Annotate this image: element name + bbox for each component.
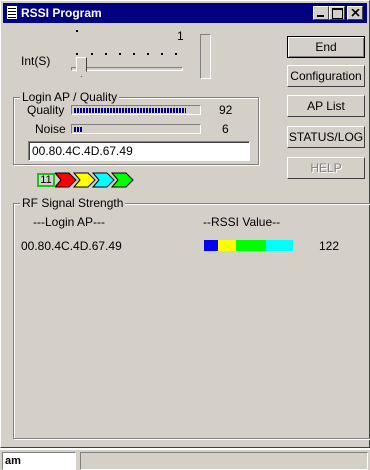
slider-ticks [71, 53, 181, 56]
ap-list-button[interactable]: AP List [287, 95, 365, 117]
status-panel-empty [80, 452, 368, 470]
quality-meter-fill [74, 108, 186, 113]
channel-number-box: 11 [37, 173, 55, 187]
status-panel-text: am [2, 452, 76, 470]
slider-min-tick [76, 30, 78, 32]
interval-slider-track[interactable] [71, 67, 183, 71]
login-ap-mac-field[interactable]: 00.80.4C.4D.67.49 [28, 141, 250, 161]
rf-signal-group-label: RF Signal Strength [20, 196, 126, 210]
channel-arrows-icon [55, 172, 134, 188]
quality-label: Quality [27, 103, 65, 117]
column-rssi-value: --RSSI Value-- [203, 215, 281, 229]
rssi-color-bar [204, 240, 293, 251]
noise-label: Noise [35, 122, 66, 136]
login-ap-group-label: Login AP / Quality [20, 90, 120, 104]
close-button[interactable] [347, 6, 363, 20]
slider-max-label: 1 [177, 29, 184, 43]
status-bar: am [0, 450, 370, 470]
column-login-ap: ---Login AP--- [33, 215, 106, 229]
close-icon [351, 9, 360, 17]
title-bar[interactable]: RSSI Program [3, 3, 367, 23]
noise-meter [71, 124, 201, 134]
status-log-button[interactable]: STATUS/LOG [287, 126, 365, 148]
quality-meter [71, 105, 201, 115]
app-icon [7, 6, 17, 19]
noise-meter-fill [74, 127, 82, 132]
end-button[interactable]: End [287, 36, 365, 58]
interval-slider-thumb[interactable] [76, 57, 87, 77]
help-button[interactable]: HELP [287, 157, 365, 179]
main-window: RSSI Program 1 Int(S) End Configuration … [0, 0, 370, 448]
noise-value: 6 [222, 122, 229, 136]
window-title: RSSI Program [21, 6, 102, 20]
rf-row-mac: 00.80.4C.4D.67.49 [21, 239, 122, 253]
maximize-button[interactable] [329, 6, 345, 20]
configuration-button[interactable]: Configuration [287, 65, 365, 87]
interval-label: Int(S) [21, 54, 51, 68]
rf-row-value: 122 [319, 239, 340, 253]
minimize-button[interactable] [313, 6, 329, 20]
signal-level-indicator [200, 34, 211, 79]
quality-value: 92 [219, 103, 233, 117]
